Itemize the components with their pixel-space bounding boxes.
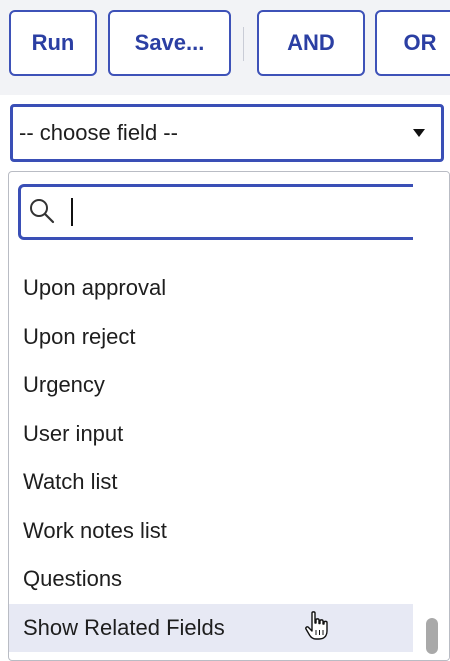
option-upon-reject[interactable]: Upon reject	[9, 313, 413, 362]
field-select-value: -- choose field --	[19, 120, 178, 145]
save-button[interactable]: Save...	[108, 10, 231, 76]
or-button[interactable]: OR	[375, 10, 450, 76]
option-upon-approval[interactable]: Upon approval	[9, 264, 413, 313]
scrollbar-thumb[interactable]	[426, 618, 438, 654]
field-select[interactable]: -- choose field --	[10, 104, 444, 162]
text-caret	[71, 198, 73, 226]
search-icon	[30, 199, 55, 224]
option-show-related-fields[interactable]: Show Related Fields	[9, 603, 413, 652]
option-user-input[interactable]: User input	[9, 410, 413, 459]
scrollbar[interactable]	[413, 172, 449, 660]
field-dropdown: Upon approval Upon reject Urgency User i…	[8, 171, 450, 661]
option-work-notes-list[interactable]: Work notes list	[9, 507, 413, 556]
caret-down-icon	[413, 129, 425, 137]
option-list: Upon approval Upon reject Urgency User i…	[9, 264, 413, 652]
option-questions[interactable]: Questions	[9, 555, 413, 604]
toolbar: Run Save... AND OR	[0, 0, 450, 95]
option-watch-list[interactable]: Watch list	[9, 458, 413, 507]
search-input[interactable]	[65, 195, 425, 229]
search-box	[18, 184, 438, 240]
toolbar-divider	[243, 27, 244, 61]
option-urgency[interactable]: Urgency	[9, 361, 413, 410]
run-button[interactable]: Run	[9, 10, 97, 76]
and-button[interactable]: AND	[257, 10, 365, 76]
